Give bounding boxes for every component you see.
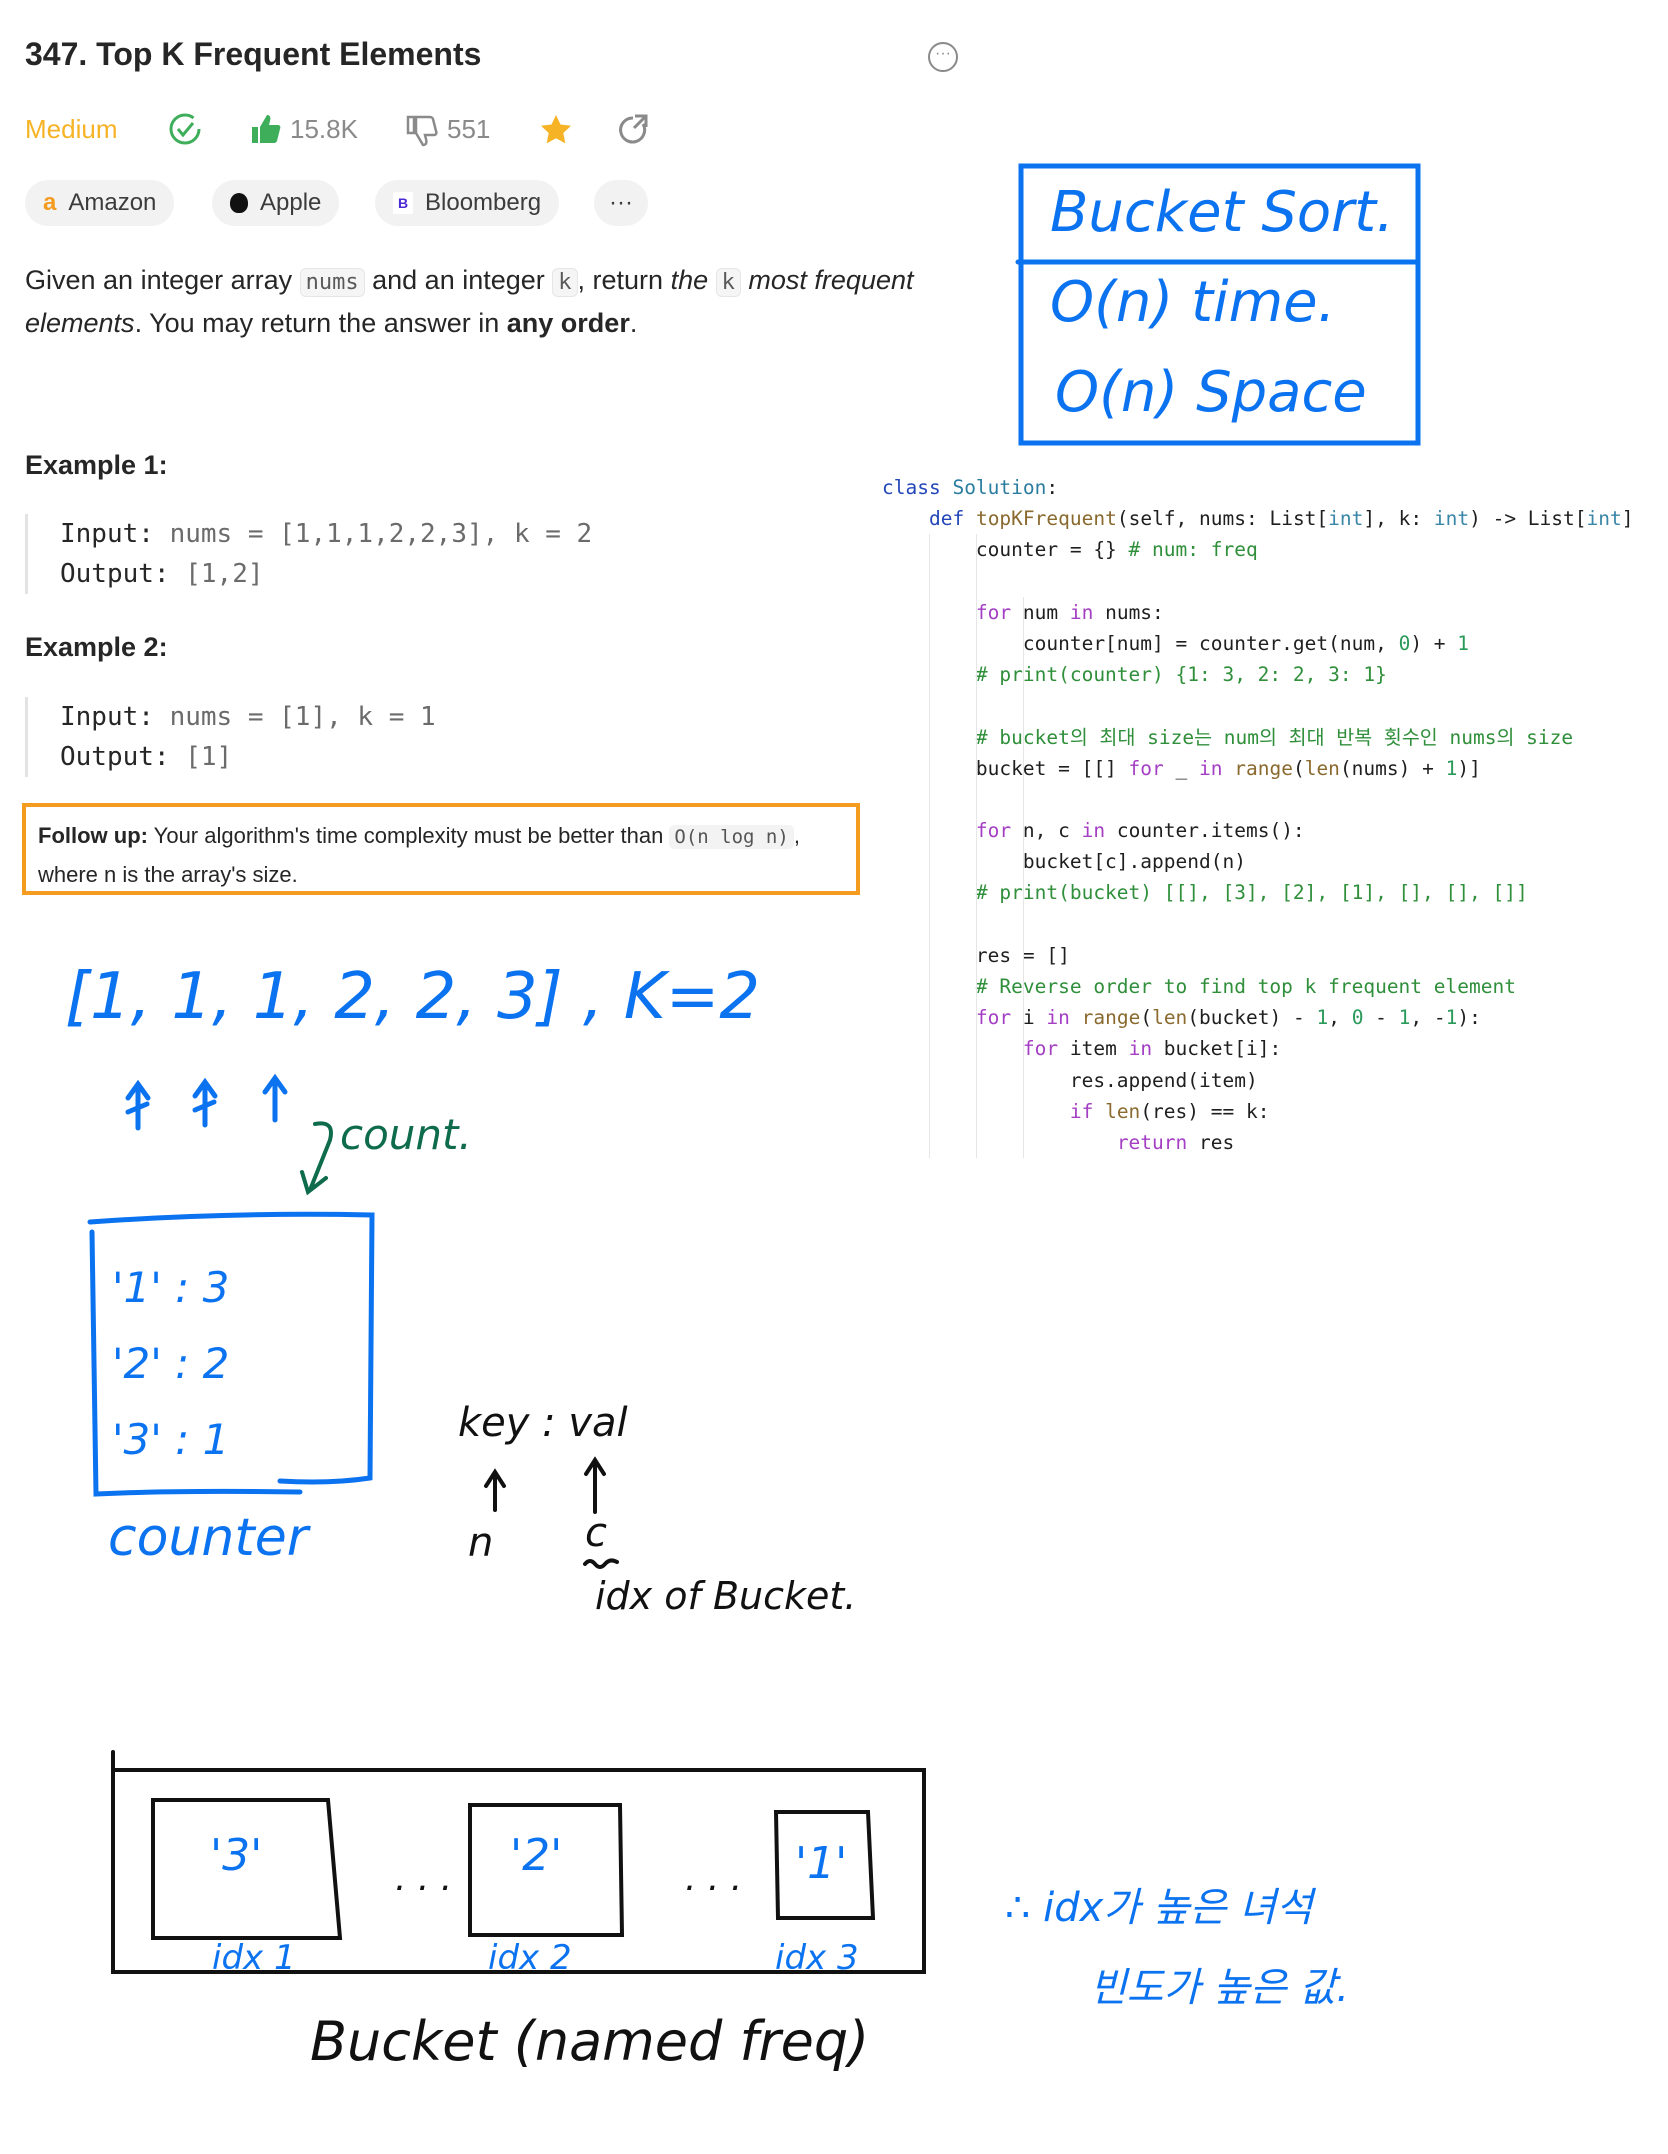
bucket-item-1: '1' bbox=[795, 1838, 848, 1889]
up-arrow bbox=[125, 1079, 151, 1131]
bucket-idx-2: idx 2 bbox=[488, 1938, 572, 1978]
note-n: n bbox=[468, 1520, 494, 1566]
arrow-to-key bbox=[484, 1468, 506, 1512]
conclusion-line-2: 빈도가 높은 값. bbox=[1090, 1965, 1349, 2011]
bucket-idx-1: idx 1 bbox=[212, 1938, 296, 1978]
note-idx-of-bucket: idx of Bucket. bbox=[595, 1574, 857, 1618]
bucket-label: Bucket (named freq) bbox=[310, 2010, 870, 2073]
note-array: [1, 1, 1, 2, 2, 3] , K=2 bbox=[65, 960, 761, 1034]
note-space: O(n) Space bbox=[1055, 360, 1367, 425]
bucket-idx-3: idx 3 bbox=[775, 1938, 859, 1978]
up-arrow bbox=[192, 1077, 218, 1128]
note-count: count. bbox=[340, 1110, 472, 1159]
note-c: c bbox=[585, 1510, 607, 1556]
bucket-item-2: '2' bbox=[510, 1830, 563, 1881]
conclusion-line-1: ∴ idx가 높은 녀석 bbox=[1005, 1885, 1313, 1931]
squiggle bbox=[583, 1558, 619, 1569]
note-key-val: key : val bbox=[458, 1400, 628, 1446]
arrow-to-val bbox=[584, 1456, 606, 1514]
ellipsis: . . . bbox=[395, 1858, 453, 1899]
ellipsis: . . . bbox=[685, 1858, 743, 1899]
count-arrow bbox=[300, 1121, 333, 1196]
counter-label: counter bbox=[108, 1508, 309, 1568]
counter-contents: '1' : 3'2' : 2'3' : 1 bbox=[112, 1263, 230, 1464]
up-arrow bbox=[262, 1073, 288, 1123]
note-bucket-sort: Bucket Sort. bbox=[1050, 180, 1394, 245]
note-time: O(n) time. bbox=[1050, 270, 1336, 335]
bucket-item-3: '3' bbox=[210, 1830, 263, 1881]
